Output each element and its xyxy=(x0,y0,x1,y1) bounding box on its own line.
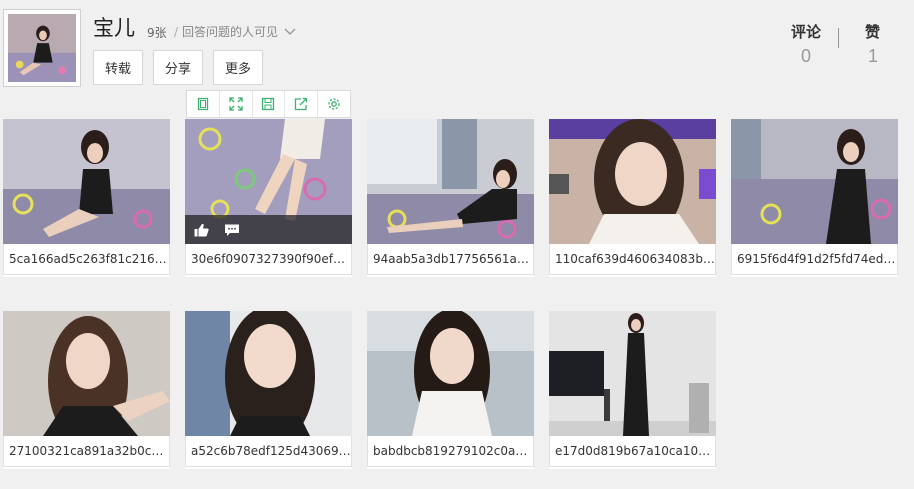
photo-caption: 5ca166ad5c263f81c2163… xyxy=(3,244,170,275)
photo-caption: 94aab5a3db17756561a4… xyxy=(367,244,534,275)
photo-toolbar xyxy=(186,90,351,118)
thumbs-up-icon[interactable] xyxy=(194,223,209,237)
comments-count: 0 xyxy=(801,46,812,66)
separator-slash: / xyxy=(174,24,179,39)
photo-caption: a52c6b78edf125d43069… xyxy=(185,436,352,467)
album-title: 宝儿 xyxy=(93,16,135,40)
more-button[interactable]: 更多 xyxy=(213,50,263,85)
photo-card[interactable]: 94aab5a3db17756561a4… xyxy=(367,119,534,277)
photo-card[interactable]: 5ca166ad5c263f81c2163… xyxy=(3,119,170,277)
photo-card[interactable]: 110caf639d460634083b… xyxy=(549,119,716,277)
photo-card[interactable]: 6915f6d4f91d2f5fd74ed… xyxy=(731,119,898,277)
photo-card[interactable]: babdbcb819279102c0a8… xyxy=(367,311,534,469)
likes-label[interactable]: 赞 xyxy=(865,21,880,42)
likes-count: 1 xyxy=(868,46,879,66)
visibility-dropdown[interactable]: / 回答问题的人可见 xyxy=(174,23,296,40)
stats-divider xyxy=(838,28,839,48)
photo-card[interactable]: a52c6b78edf125d43069… xyxy=(185,311,352,469)
photo-card[interactable]: e17d0d819b67a10ca108… xyxy=(549,311,716,469)
photo-hover-bar xyxy=(185,215,352,244)
comments-label[interactable]: 评论 xyxy=(791,21,821,42)
expand-icon[interactable] xyxy=(220,91,253,117)
photo-thumbnail[interactable] xyxy=(549,311,716,436)
repost-button[interactable]: 转载 xyxy=(93,50,143,85)
photo-caption: 27100321ca891a32b0cd… xyxy=(3,436,170,467)
photo-card[interactable]: 30e6f0907327390f90efa… xyxy=(185,119,352,277)
photo-thumbnail[interactable] xyxy=(367,119,534,244)
photo-caption: e17d0d819b67a10ca108… xyxy=(549,436,716,467)
photo-caption: 110caf639d460634083b… xyxy=(549,244,716,275)
photo-thumbnail[interactable] xyxy=(367,311,534,436)
photo-caption: 6915f6d4f91d2f5fd74ed… xyxy=(731,244,898,275)
share-out-icon[interactable] xyxy=(285,91,319,117)
photo-thumbnail[interactable] xyxy=(731,119,898,244)
photo-count: 9张 xyxy=(147,26,167,40)
album-cover-image xyxy=(8,14,76,82)
visibility-label: 回答问题的人可见 xyxy=(182,25,279,39)
album-cover[interactable] xyxy=(3,9,81,87)
comment-icon[interactable] xyxy=(224,223,240,237)
photo-thumbnail[interactable] xyxy=(185,311,352,436)
photo-thumbnail[interactable] xyxy=(3,311,170,436)
photo-thumbnail[interactable] xyxy=(549,119,716,244)
share-button[interactable]: 分享 xyxy=(153,50,203,85)
photo-caption: babdbcb819279102c0a8… xyxy=(367,436,534,467)
photo-thumbnail[interactable] xyxy=(3,119,170,244)
save-icon[interactable] xyxy=(253,91,286,117)
frame-icon[interactable] xyxy=(187,91,220,117)
chevron-down-icon xyxy=(284,28,296,35)
settings-icon[interactable] xyxy=(318,91,350,117)
photo-card[interactable]: 27100321ca891a32b0cd… xyxy=(3,311,170,469)
photo-caption: 30e6f0907327390f90efa… xyxy=(185,244,352,275)
